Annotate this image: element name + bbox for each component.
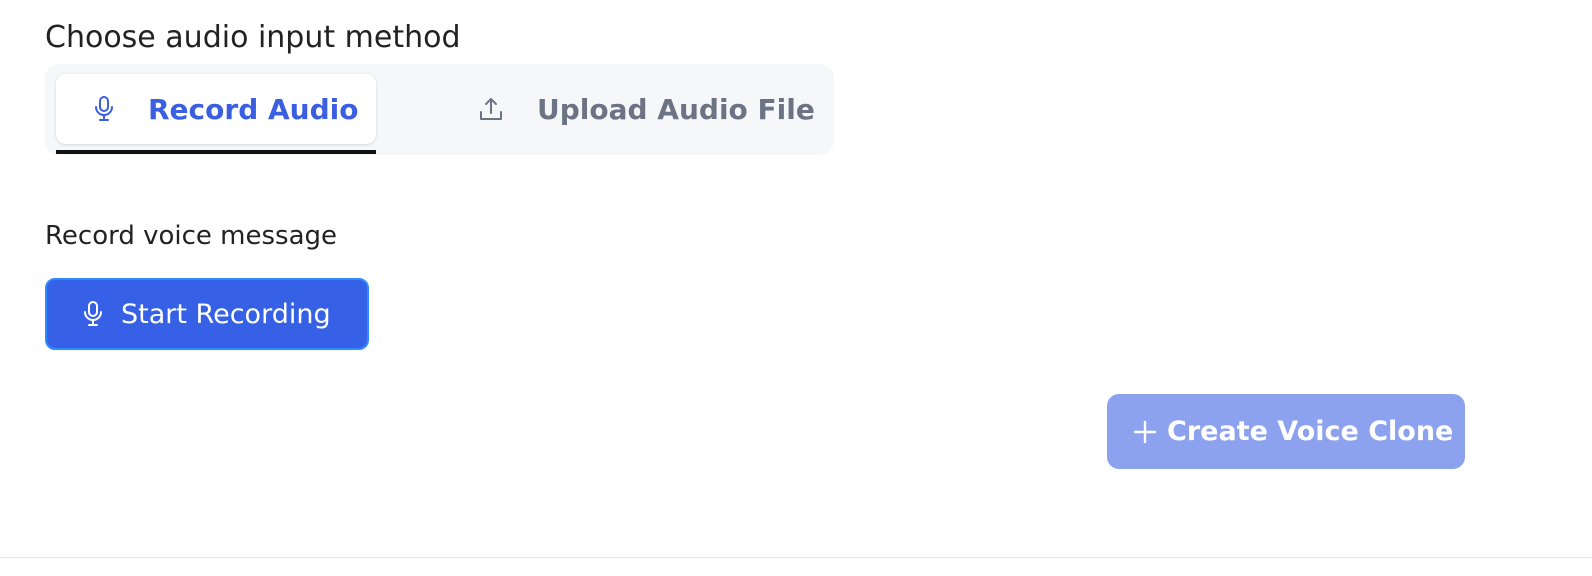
microphone-icon	[90, 95, 118, 123]
start-recording-label: Start Recording	[121, 298, 331, 330]
voice-clone-form: Choose audio input method Record Audio U…	[0, 0, 1592, 576]
footer-divider	[0, 557, 1592, 558]
record-voice-heading: Record voice message	[45, 221, 338, 251]
input-method-heading: Choose audio input method	[45, 20, 461, 55]
create-voice-clone-button[interactable]: Create Voice Clone	[1107, 394, 1465, 469]
active-tab-indicator	[56, 150, 376, 154]
tab-record-audio-label: Record Audio	[148, 92, 359, 126]
tab-upload-audio-file[interactable]: Upload Audio File	[465, 74, 825, 144]
input-method-tabs: Record Audio Upload Audio File	[45, 64, 834, 155]
tab-record-audio[interactable]: Record Audio	[56, 74, 376, 144]
create-voice-clone-label: Create Voice Clone	[1167, 416, 1454, 447]
start-recording-button[interactable]: Start Recording	[45, 278, 369, 350]
microphone-icon	[79, 300, 107, 328]
plus-icon	[1131, 418, 1159, 446]
tab-upload-audio-file-label: Upload Audio File	[537, 92, 815, 126]
upload-icon	[477, 95, 505, 123]
